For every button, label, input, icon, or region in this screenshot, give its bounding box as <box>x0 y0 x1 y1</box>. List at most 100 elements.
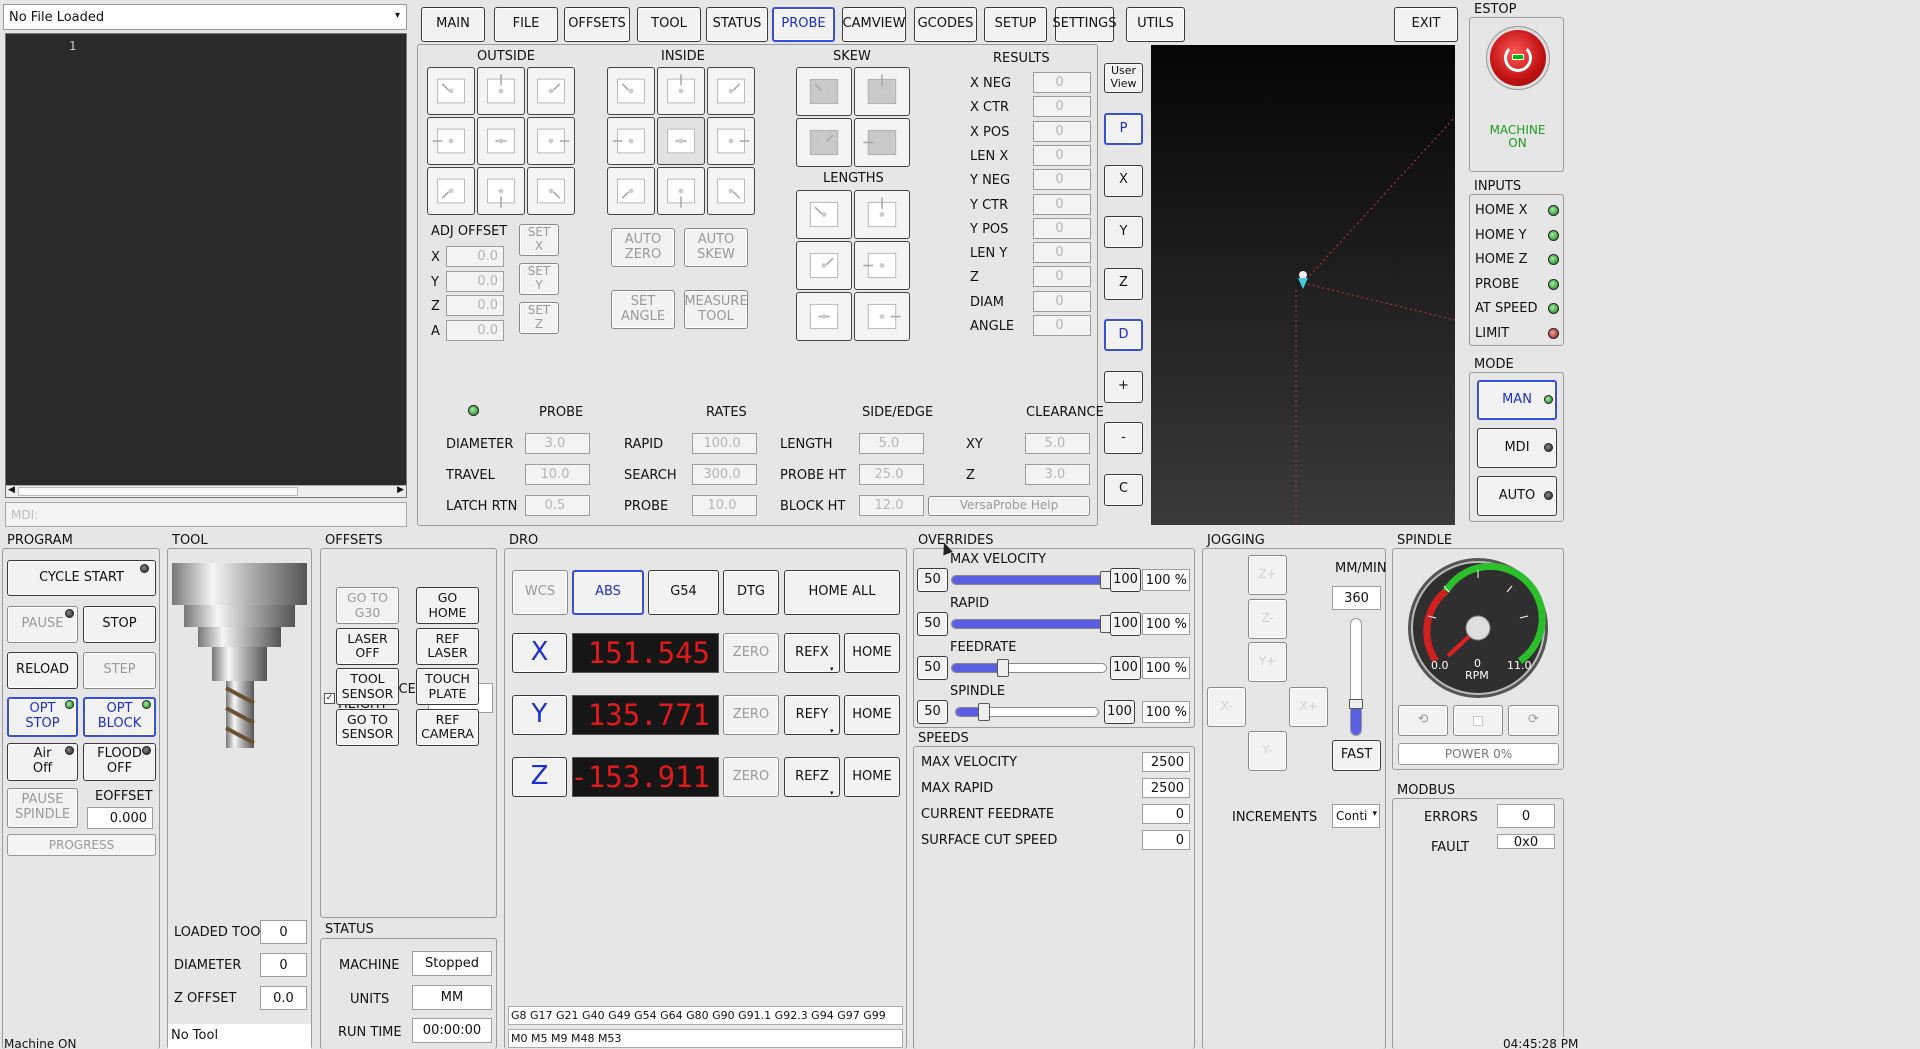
view-x-button[interactable]: X <box>1104 164 1143 197</box>
step-button[interactable]: STEP <box>83 652 156 689</box>
tool-sensor-button[interactable]: TOOL SENSOR <box>336 668 399 705</box>
preview-3d-view[interactable] <box>1151 45 1455 525</box>
override-feedrate-max-button[interactable]: 100 <box>1110 656 1141 680</box>
override-feedrate-thumb[interactable] <box>996 659 1009 677</box>
override-max-velocity-max-button[interactable]: 100 <box>1110 568 1141 592</box>
wcs-button[interactable]: WCS <box>512 570 568 615</box>
override-max-velocity-min-button[interactable]: 50 <box>917 568 948 592</box>
tab-gcodes[interactable]: GCODES <box>914 7 977 42</box>
measure-tool-button[interactable]: MEASURE TOOL <box>684 290 748 329</box>
outside-probe-button-8[interactable] <box>477 167 525 215</box>
override-spindle-slider[interactable] <box>955 703 1099 721</box>
adj-a-field[interactable]: 0.0 <box>446 319 504 341</box>
override-feedrate-min-button[interactable]: 50 <box>917 656 948 680</box>
inside-probe-button-1[interactable] <box>607 67 655 115</box>
inside-probe-button-5[interactable] <box>657 117 705 165</box>
jog-rate-field[interactable]: 360 <box>1332 586 1381 610</box>
jog-rate-slider[interactable] <box>1349 618 1363 736</box>
axis-y-button[interactable]: Y <box>512 695 567 735</box>
skew-probe-button-2[interactable] <box>854 67 910 116</box>
reload-button[interactable]: RELOAD <box>7 652 78 689</box>
skew-probe-button-4[interactable] <box>854 118 910 167</box>
tab-tool[interactable]: TOOL <box>637 7 701 42</box>
spindle-ccw-button[interactable]: ⟲ <box>1398 705 1448 736</box>
param-rapid-field[interactable]: 100.0 <box>692 433 757 454</box>
tab-file[interactable]: FILE <box>494 7 558 42</box>
tab-offsets[interactable]: OFFSETS <box>564 7 630 42</box>
length-probe-button-5[interactable] <box>796 292 852 341</box>
length-probe-button-2[interactable] <box>854 190 910 239</box>
view-zoom-in-button[interactable]: + <box>1104 370 1143 403</box>
param-latch-field[interactable]: 0.5 <box>525 495 590 516</box>
override-spindle-min-button[interactable]: 50 <box>917 700 948 724</box>
diameter-field[interactable]: 0 <box>260 953 307 977</box>
abs-button[interactable]: ABS <box>572 570 644 615</box>
cycle-start-button[interactable]: CYCLE START <box>7 560 156 596</box>
param-length-field[interactable]: 5.0 <box>859 433 924 454</box>
jog-x-minus-button[interactable]: X- <box>1207 687 1246 727</box>
increments-select[interactable]: Conti ▾ <box>1332 804 1380 828</box>
override-spindle-max-button[interactable]: 100 <box>1104 700 1135 724</box>
pause-spindle-button[interactable]: PAUSE SPINDLE <box>7 788 78 828</box>
length-probe-button-6[interactable] <box>854 292 910 341</box>
jog-y-plus-button[interactable]: Y+ <box>1248 642 1287 682</box>
estop-button[interactable] <box>1490 30 1546 86</box>
tab-probe[interactable]: PROBE <box>772 7 835 42</box>
spindle-cw-button[interactable]: ⟳ <box>1508 705 1559 736</box>
inside-probe-button-3[interactable] <box>707 67 755 115</box>
file-select[interactable]: No File Loaded ▾ <box>3 4 407 30</box>
user-view-button[interactable]: User View <box>1104 63 1143 93</box>
home-all-button[interactable]: HOME ALL <box>784 570 900 615</box>
eoffset-field[interactable]: 0.000 <box>87 807 153 829</box>
zero-z-button[interactable]: ZERO <box>723 757 779 797</box>
param-probe-ht-field[interactable]: 25.0 <box>859 464 924 485</box>
jog-y-minus-button[interactable]: Y- <box>1248 731 1287 771</box>
gcode-editor[interactable]: 1 ◀ ▶ <box>5 33 407 498</box>
loaded-tool-field[interactable]: 0 <box>260 920 307 944</box>
override-max-velocity-slider[interactable] <box>951 571 1112 589</box>
set-z-button[interactable]: SET Z <box>519 302 559 334</box>
param-z-field[interactable]: 3.0 <box>1025 464 1090 485</box>
view-c-button[interactable]: C <box>1104 473 1143 506</box>
stop-button[interactable]: STOP <box>83 606 156 643</box>
go-home-button[interactable]: GO HOME <box>416 587 479 624</box>
param-diameter-field[interactable]: 3.0 <box>525 433 590 454</box>
param-travel-field[interactable]: 10.0 <box>525 464 590 485</box>
outside-probe-button-4[interactable] <box>427 117 475 165</box>
outside-probe-button-1[interactable] <box>427 67 475 115</box>
param-xy-field[interactable]: 5.0 <box>1025 433 1090 454</box>
axis-z-button[interactable]: Z <box>512 757 567 797</box>
adj-x-field[interactable]: 0.0 <box>446 246 504 267</box>
outside-probe-button-2[interactable] <box>477 67 525 115</box>
home-y-button[interactable]: HOME <box>844 695 900 735</box>
inside-probe-button-8[interactable] <box>657 167 705 215</box>
ref-camera-button[interactable]: REF CAMERA <box>416 708 479 746</box>
fast-button[interactable]: FAST <box>1332 740 1381 771</box>
adj-y-field[interactable]: 0.0 <box>446 270 504 292</box>
set-angle-button[interactable]: SET ANGLE <box>611 290 675 329</box>
inside-probe-button-7[interactable] <box>607 167 655 215</box>
inside-probe-button-2[interactable] <box>657 67 705 115</box>
length-probe-button-1[interactable] <box>796 190 852 239</box>
outside-probe-button-3[interactable] <box>527 67 575 115</box>
auto-zero-button[interactable]: AUTO ZERO <box>611 228 675 267</box>
home-z-button[interactable]: HOME <box>844 757 900 797</box>
tab-status[interactable]: STATUS <box>706 7 768 42</box>
jog-rate-thumb[interactable] <box>1349 699 1363 709</box>
param-block-ht-field[interactable]: 12.0 <box>859 495 924 516</box>
ref-laser-button[interactable]: REF LASER <box>416 627 479 665</box>
inside-probe-button-9[interactable] <box>707 167 755 215</box>
view-d-button[interactable]: D <box>1104 319 1143 351</box>
tab-main[interactable]: MAIN <box>421 7 485 42</box>
inside-probe-button-4[interactable] <box>607 117 655 165</box>
skew-probe-button-1[interactable] <box>796 67 852 116</box>
view-y-button[interactable]: Y <box>1104 216 1143 248</box>
override-rapid-min-button[interactable]: 50 <box>917 612 948 636</box>
zero-y-button[interactable]: ZERO <box>723 695 779 735</box>
tab-settings[interactable]: SETTINGS <box>1053 7 1117 42</box>
scrollbar-thumb[interactable] <box>18 487 298 496</box>
jog-z-minus-button[interactable]: Z- <box>1248 599 1287 639</box>
override-spindle-thumb[interactable] <box>978 703 991 721</box>
view-z-button[interactable]: Z <box>1104 267 1143 300</box>
axis-x-button[interactable]: X <box>512 633 567 673</box>
